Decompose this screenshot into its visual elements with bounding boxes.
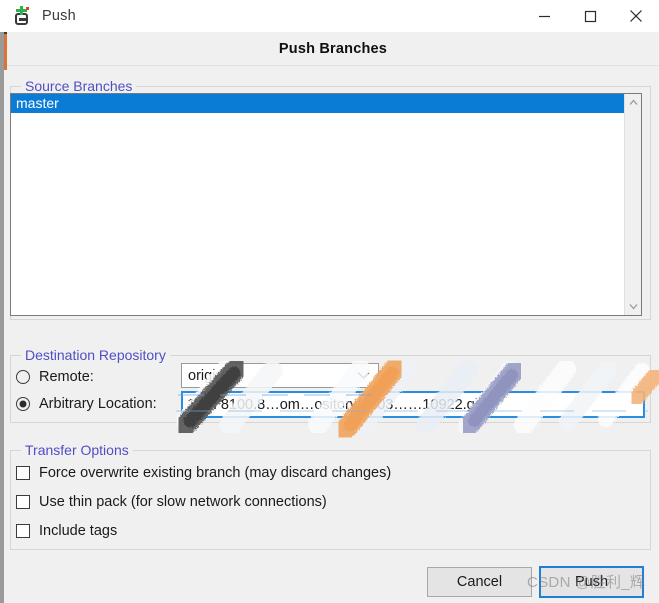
thin-pack-checkbox[interactable]: [16, 495, 30, 509]
page-title: Push Branches: [278, 40, 388, 57]
force-overwrite-checkbox-row[interactable]: Force overwrite existing branch (may dis…: [16, 462, 391, 484]
remote-radio-row[interactable]: Remote:: [16, 366, 94, 388]
source-branches-list[interactable]: master: [10, 93, 642, 316]
window-title: Push: [42, 8, 76, 24]
dialog-header: Push Branches: [7, 32, 659, 66]
push-button[interactable]: Push: [539, 566, 644, 598]
chevron-up-icon[interactable]: [625, 94, 641, 111]
remote-radio[interactable]: [16, 370, 30, 384]
title-bar: Push: [0, 0, 659, 32]
include-tags-checkbox[interactable]: [16, 524, 30, 538]
arbitrary-location-value: 10…‘8100.8…om…ository/1603……10922.git: [187, 397, 482, 413]
remote-select[interactable]: origin: [181, 363, 379, 388]
maximize-icon[interactable]: [567, 0, 613, 32]
list-item[interactable]: master: [11, 94, 624, 113]
force-overwrite-checkbox[interactable]: [16, 466, 30, 480]
thin-pack-label: Use thin pack (for slow network connecti…: [39, 494, 327, 510]
minimize-icon[interactable]: [521, 0, 567, 32]
close-icon[interactable]: [613, 0, 659, 32]
git-push-icon: [13, 6, 31, 26]
remote-select-value: origin: [188, 367, 224, 384]
arbitrary-location-radio[interactable]: [16, 397, 30, 411]
source-branches-scrollbar[interactable]: [624, 94, 641, 315]
chevron-down-icon[interactable]: [357, 371, 370, 380]
transfer-options-group-label: Transfer Options: [21, 442, 133, 458]
arbitrary-location-input[interactable]: 10…‘8100.8…om…ository/1603……10922.git: [181, 391, 645, 418]
chevron-down-icon[interactable]: [625, 298, 641, 315]
thin-pack-checkbox-row[interactable]: Use thin pack (for slow network connecti…: [16, 491, 327, 513]
destination-repository-group-label: Destination Repository: [21, 347, 170, 363]
force-overwrite-label: Force overwrite existing branch (may dis…: [39, 465, 392, 481]
remote-radio-label: Remote:: [39, 369, 94, 385]
include-tags-checkbox-row[interactable]: Include tags: [16, 520, 117, 542]
window-controls: [521, 0, 659, 32]
include-tags-label: Include tags: [39, 523, 118, 539]
push-dialog-window: Push Push Branches Source Branches maste…: [0, 0, 659, 603]
text-caret: [483, 396, 485, 412]
source-branches-list-inner[interactable]: master: [11, 94, 624, 315]
arbitrary-location-radio-row[interactable]: Arbitrary Location:: [16, 393, 157, 415]
arbitrary-location-radio-label: Arbitrary Location:: [39, 396, 157, 412]
cancel-button[interactable]: Cancel: [427, 567, 532, 597]
source-branches-group-label: Source Branches: [21, 78, 137, 94]
window-edge-artifact: [0, 28, 4, 603]
